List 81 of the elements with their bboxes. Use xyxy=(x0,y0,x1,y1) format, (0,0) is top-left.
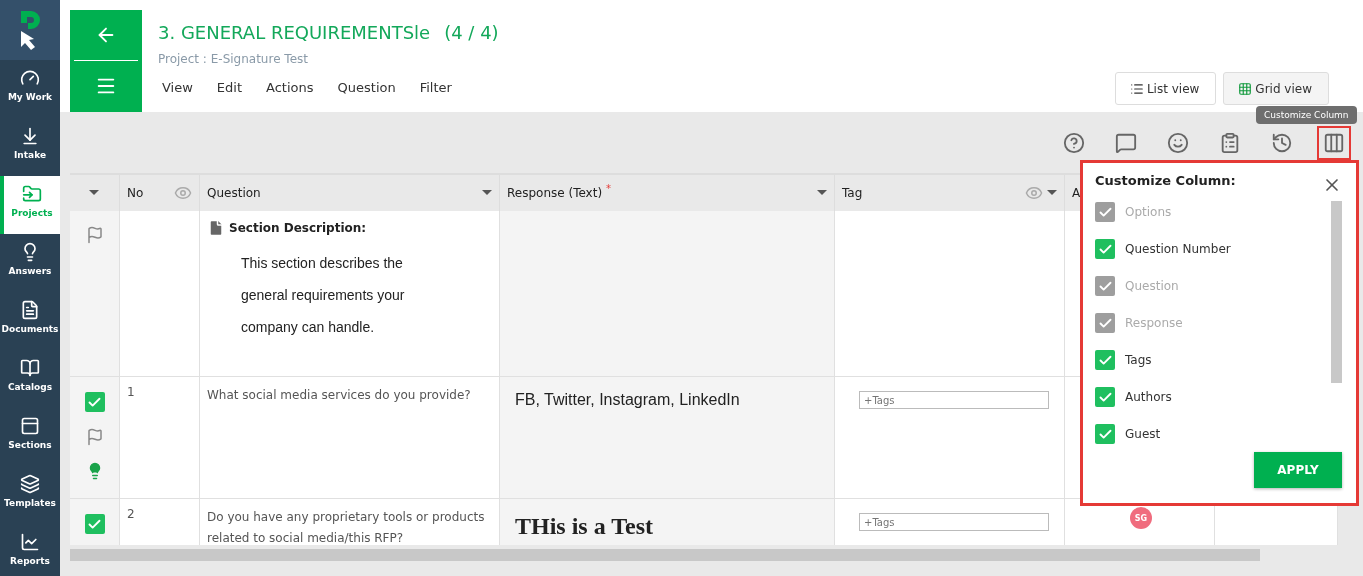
columns-icon xyxy=(1323,131,1345,154)
column-title: No xyxy=(127,186,144,200)
sidebar-item[interactable]: Reports xyxy=(0,524,60,576)
document-icon xyxy=(20,300,40,320)
folder-icon xyxy=(22,184,42,204)
caret-icon[interactable] xyxy=(1047,190,1057,196)
column-checkbox[interactable] xyxy=(1095,350,1115,370)
panel-icon xyxy=(20,416,40,436)
menu-item[interactable]: Question xyxy=(333,76,414,99)
sidebar-item[interactable]: Intake xyxy=(0,118,60,176)
toolbar-button[interactable] xyxy=(1317,125,1351,160)
column-title: Tag xyxy=(842,186,863,200)
column-checkbox[interactable] xyxy=(1095,424,1115,444)
column-header[interactable]: No xyxy=(120,173,200,211)
column-header[interactable]: Response (Text) * xyxy=(500,173,835,211)
question-text: What social media services do you provide? xyxy=(207,388,471,402)
book-icon xyxy=(20,358,40,378)
column-title: Response (Text) xyxy=(507,186,603,200)
column-title: Question xyxy=(207,186,261,200)
list-icon xyxy=(1129,81,1144,96)
column-option: Tags xyxy=(1125,353,1152,367)
scrollbar[interactable] xyxy=(70,549,1260,561)
column-checkbox[interactable] xyxy=(1095,387,1115,407)
column-title: A xyxy=(1072,186,1081,200)
author-avatar: SG xyxy=(1130,507,1152,529)
response-text: FB, Twitter, Instagram, LinkedIn xyxy=(514,390,741,410)
document-icon xyxy=(207,219,225,237)
required-mark: * xyxy=(606,183,612,194)
sidebar-item[interactable]: Documents xyxy=(0,292,60,350)
column-option: Response xyxy=(1125,316,1183,330)
sidebar-item[interactable]: Catalogs xyxy=(0,350,60,408)
tooltip: Customize Column xyxy=(1256,106,1357,124)
menu-item[interactable]: Filter xyxy=(415,76,470,99)
row-checkbox[interactable] xyxy=(84,514,105,534)
view-button[interactable]: List view xyxy=(1114,72,1217,105)
help-icon xyxy=(1063,131,1085,154)
response-text: THis is a Test xyxy=(514,512,655,541)
caret-icon[interactable] xyxy=(817,190,827,196)
eye-icon[interactable] xyxy=(174,184,192,202)
sidebar-item[interactable]: Templates xyxy=(0,466,60,524)
clipboard-icon xyxy=(1219,131,1241,154)
view-button[interactable]: Grid view xyxy=(1223,72,1329,105)
question-text: Do you have any proprietary tools or products related to social media/this RFP? xyxy=(207,510,485,545)
menu-item[interactable]: Edit xyxy=(212,76,261,99)
sidebar-item[interactable]: My Work xyxy=(0,60,60,118)
section-heading: Section Description: xyxy=(229,221,367,235)
layers-icon xyxy=(20,474,40,494)
flag-icon[interactable] xyxy=(85,428,104,446)
column-option: Options xyxy=(1125,205,1172,219)
page-title: 3. GENERAL REQUIREMENTSle xyxy=(158,22,431,43)
gauge-icon xyxy=(20,68,40,88)
flag-icon[interactable] xyxy=(85,226,104,244)
section-description: This section describes the general requirements your company can handle. xyxy=(241,254,406,337)
chart-icon xyxy=(20,532,40,552)
column-option: Question xyxy=(1125,279,1179,293)
caret-icon[interactable] xyxy=(482,190,492,196)
menu-item[interactable]: View xyxy=(158,76,211,99)
tag-field[interactable]: +Tags xyxy=(859,513,1049,531)
tag-field[interactable]: +Tags xyxy=(859,391,1049,409)
column-header[interactable]: Question xyxy=(200,173,500,211)
comment-icon xyxy=(1115,131,1137,154)
project-name: Project : E-Signature Test xyxy=(158,52,309,66)
column-header[interactable]: Tag xyxy=(835,173,1065,211)
caret-icon[interactable] xyxy=(89,190,99,196)
sidebar-item[interactable]: Sections xyxy=(0,408,60,466)
row-checkbox[interactable] xyxy=(84,392,105,412)
column-option: Question Number xyxy=(1125,242,1231,256)
scrollbar[interactable] xyxy=(1331,201,1342,383)
download-icon xyxy=(20,126,40,146)
sidebar-item[interactable]: Answers xyxy=(0,234,60,292)
history-icon xyxy=(1271,131,1293,154)
column-option: Authors xyxy=(1125,390,1172,404)
page-count: (4 / 4) xyxy=(444,22,499,43)
column-checkbox[interactable] xyxy=(1095,239,1115,259)
dialog-title: Customize Column: xyxy=(1095,173,1236,188)
grid-icon xyxy=(1238,81,1253,96)
face-icon xyxy=(1167,131,1189,154)
column-option: Guest xyxy=(1125,427,1161,441)
question-number: 1 xyxy=(127,385,135,399)
menu-item[interactable]: Actions xyxy=(262,76,332,99)
question-number: 2 xyxy=(127,507,135,521)
